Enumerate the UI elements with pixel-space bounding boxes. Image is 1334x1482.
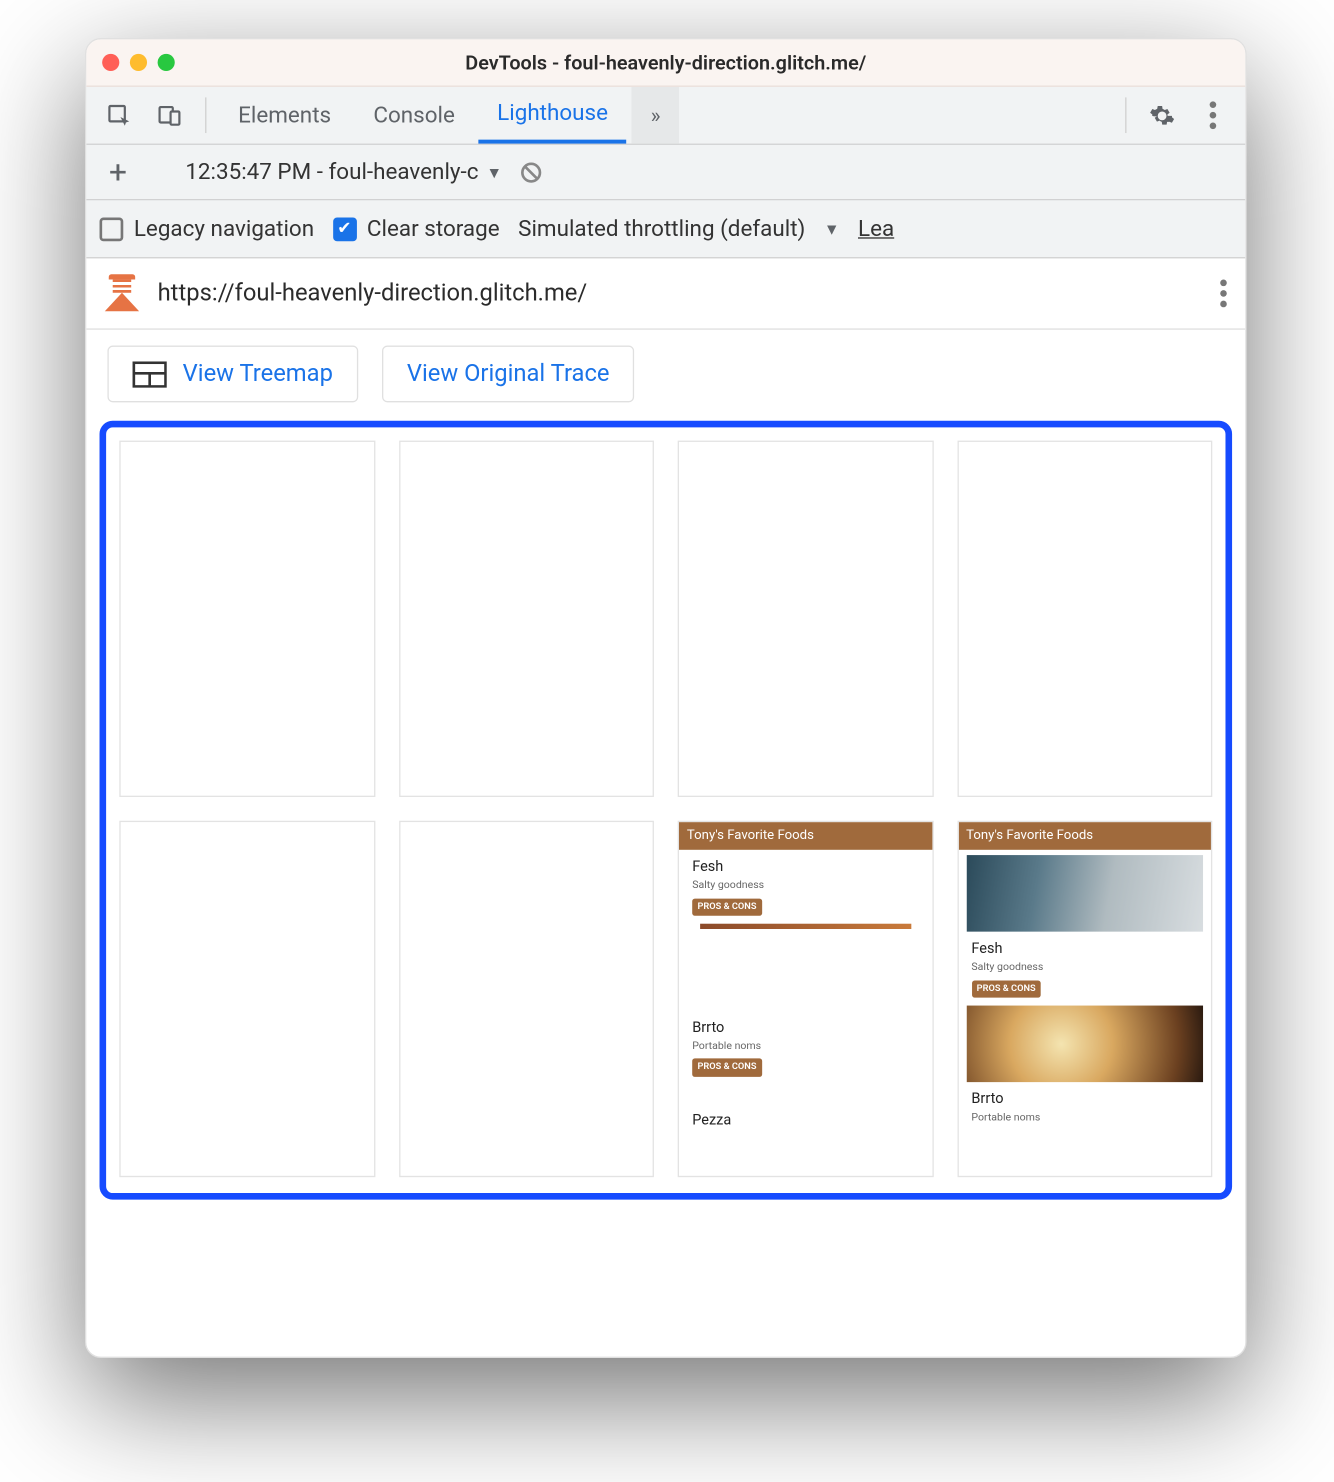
- action-row: View Treemap View Original Trace: [86, 330, 1245, 411]
- devtools-window: DevTools - foul-heavenly-direction.glitc…: [85, 38, 1247, 1358]
- titlebar: DevTools - foul-heavenly-direction.glitc…: [86, 39, 1245, 87]
- minimize-icon[interactable]: [130, 54, 147, 71]
- report-menu-icon[interactable]: [1220, 280, 1227, 308]
- legacy-nav-checkbox[interactable]: Legacy navigation: [100, 216, 315, 242]
- legacy-nav-label: Legacy navigation: [134, 216, 314, 242]
- options-bar: Legacy navigation ✔ Clear storage Simula…: [86, 200, 1245, 258]
- filmstrip-frame[interactable]: [119, 441, 374, 797]
- preview-item-btn: PROS & CONS: [692, 1059, 762, 1076]
- window-controls: [102, 54, 175, 71]
- preview-image: [966, 1005, 1203, 1082]
- chevron-down-icon: ▼: [824, 220, 840, 238]
- tab-lighthouse[interactable]: Lighthouse: [479, 87, 627, 144]
- filmstrip-grid: Tony's Favorite Foods Fesh Salty goodnes…: [119, 441, 1212, 1178]
- gear-icon[interactable]: [1140, 87, 1185, 144]
- divider: [205, 97, 206, 133]
- filmstrip-frame[interactable]: Tony's Favorite Foods Fesh Salty goodnes…: [957, 821, 1212, 1177]
- clear-storage-checkbox[interactable]: ✔ Clear storage: [333, 216, 500, 242]
- new-report-button[interactable]: +: [100, 154, 137, 191]
- report-selected-label: 12:35:47 PM - foul-heavenly-c: [185, 159, 478, 185]
- panel-tabs: Elements Console Lighthouse »: [86, 87, 1245, 145]
- clear-storage-label: Clear storage: [367, 216, 500, 242]
- preview-item-desc: Salty goodness: [971, 961, 1197, 975]
- kebab-icon[interactable]: [1190, 87, 1235, 144]
- preview-item-name: Brrto: [692, 1018, 918, 1037]
- view-trace-label: View Original Trace: [407, 360, 610, 388]
- tab-console[interactable]: Console: [355, 87, 474, 144]
- preview-item-name: Fesh: [971, 940, 1197, 959]
- checkbox-unchecked-icon: [100, 217, 124, 241]
- filmstrip-frame[interactable]: [399, 821, 654, 1177]
- throttling-label: Simulated throttling (default): [518, 216, 805, 242]
- filmstrip-frame[interactable]: Tony's Favorite Foods Fesh Salty goodnes…: [678, 821, 933, 1177]
- preview-item-btn: PROS & CONS: [971, 980, 1041, 997]
- maximize-icon[interactable]: [158, 54, 175, 71]
- preview-header: Tony's Favorite Foods: [679, 822, 932, 850]
- treemap-icon: [133, 361, 167, 387]
- tab-elements[interactable]: Elements: [220, 87, 350, 144]
- filmstrip-frame[interactable]: [678, 441, 933, 797]
- inspect-icon[interactable]: [97, 87, 142, 144]
- chevron-down-icon: ▼: [486, 163, 502, 181]
- audited-url: https://foul-heavenly-direction.glitch.m…: [158, 280, 1202, 308]
- preview-image: [966, 855, 1203, 932]
- report-bar: + 12:35:47 PM - foul-heavenly-c ▼: [86, 145, 1245, 200]
- view-treemap-button[interactable]: View Treemap: [107, 346, 358, 403]
- view-treemap-label: View Treemap: [183, 360, 333, 388]
- preview-item-name: Pezza: [692, 1111, 918, 1130]
- view-trace-button[interactable]: View Original Trace: [382, 346, 635, 403]
- filmstrip-highlight: Tony's Favorite Foods Fesh Salty goodnes…: [100, 421, 1233, 1200]
- filmstrip-frame[interactable]: [119, 821, 374, 1177]
- filmstrip-frame[interactable]: [957, 441, 1212, 797]
- preview-item-name: Fesh: [692, 858, 918, 877]
- lighthouse-icon: [105, 274, 139, 314]
- throttling-select[interactable]: Simulated throttling (default): [518, 216, 805, 242]
- preview-item-btn: PROS & CONS: [692, 898, 762, 915]
- close-icon[interactable]: [102, 54, 119, 71]
- preview-item-desc: Portable noms: [971, 1111, 1197, 1125]
- window-title: DevTools - foul-heavenly-direction.glitc…: [86, 51, 1245, 75]
- learn-link[interactable]: Lea: [858, 216, 894, 242]
- preview-image-placeholder: [700, 923, 911, 928]
- preview-item-name: Brrto: [971, 1090, 1197, 1109]
- report-selector[interactable]: 12:35:47 PM - foul-heavenly-c ▼: [185, 159, 502, 185]
- url-bar: https://foul-heavenly-direction.glitch.m…: [86, 258, 1245, 329]
- clear-icon[interactable]: [518, 159, 544, 185]
- more-tabs-icon[interactable]: »: [632, 87, 680, 144]
- preview-header: Tony's Favorite Foods: [958, 822, 1211, 850]
- device-toggle-icon[interactable]: [147, 87, 192, 144]
- filmstrip-frame[interactable]: [399, 441, 654, 797]
- preview-item-desc: Salty goodness: [692, 879, 918, 893]
- divider: [1125, 97, 1126, 133]
- preview-item-desc: Portable noms: [692, 1040, 918, 1054]
- checkbox-checked-icon: ✔: [333, 217, 357, 241]
